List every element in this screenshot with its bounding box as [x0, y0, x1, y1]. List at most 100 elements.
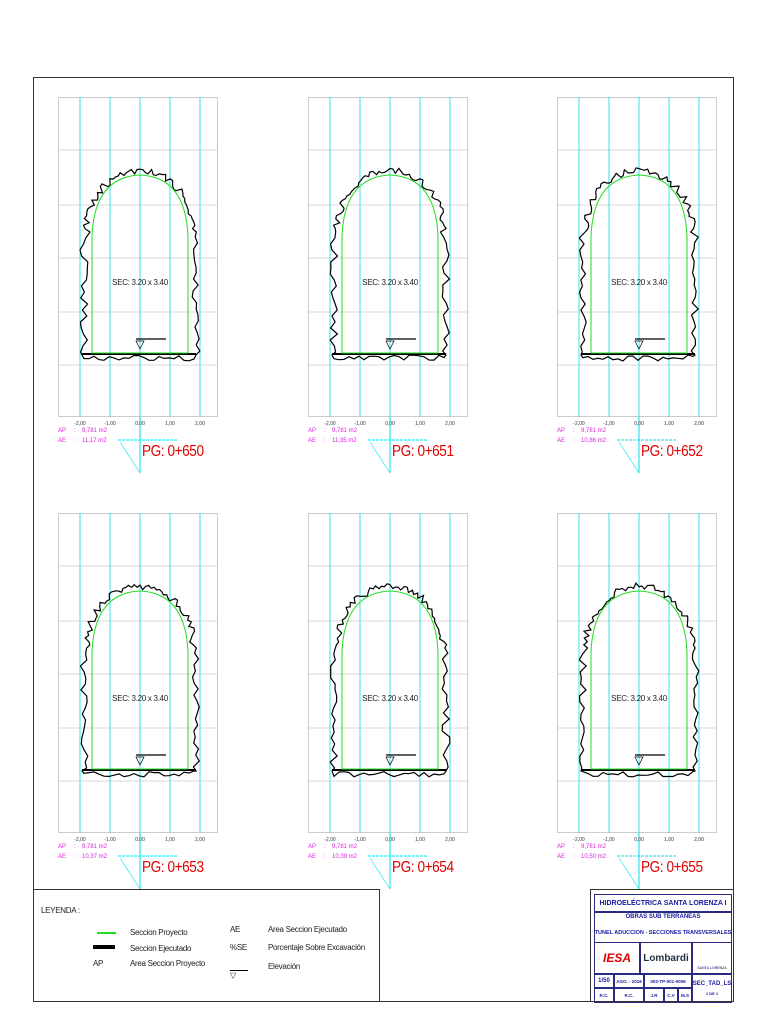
axis-tick-label: 2,00 [195, 421, 205, 427]
section-size-label: SEC: 3.20 x 3.40 [611, 694, 667, 703]
axis-tick-label: -1,00 [104, 837, 116, 843]
separator: : [324, 438, 326, 444]
separator: : [573, 854, 575, 860]
section-size-label: SEC: 3.20 x 3.40 [362, 278, 418, 287]
separator: : [324, 844, 326, 850]
separator: : [573, 438, 575, 444]
axis-tick-label: 1,00 [165, 421, 175, 427]
ae-value: AE:11,35 m2 [308, 438, 357, 444]
ae-value: AE:11,17 m2 [58, 438, 107, 444]
chainage-diagonal [119, 857, 141, 890]
section-drawing [58, 513, 218, 890]
chainage-label: PG: 0+655 [641, 859, 703, 876]
ae-label: AE [557, 438, 566, 444]
separator: : [74, 854, 76, 860]
ae-value: AE:10,86 m2 [557, 438, 606, 444]
ap-value: AP:9,781 m2 [58, 844, 107, 850]
legend-ap: AP [93, 959, 104, 968]
ap-area: 9,781 m2 [332, 428, 358, 434]
chainage-diagonal [618, 441, 640, 474]
axis-tick-label: 1,00 [664, 837, 674, 843]
ae-label: AE [308, 854, 317, 860]
axis-tick-label: 1,00 [664, 421, 674, 427]
ae-area: 10,39 m2 [332, 854, 358, 860]
section-drawing [58, 97, 218, 474]
legend-green-line [97, 932, 116, 934]
chainage-label: PG: 0+651 [392, 443, 454, 460]
axis-tick-label: -1,00 [354, 421, 366, 427]
axis-tick-label: 0,00 [135, 837, 145, 843]
axis-tick-label: 2,00 [694, 837, 704, 843]
axis-tick-label: 2,00 [694, 421, 704, 427]
ap-area: 9,781 m2 [581, 428, 607, 434]
section-size-label: SEC: 3.20 x 3.40 [112, 278, 168, 287]
section-drawing [308, 97, 468, 474]
date: AGO. - 2016 [614, 974, 644, 988]
legend-se-desc: Porcentaje Sobre Excavación [268, 943, 365, 952]
santa-lorenza-logo: SANTA LORENZA [692, 942, 732, 974]
axis-tick-label: -1,00 [104, 421, 116, 427]
signature-cell: J.R [644, 988, 664, 1003]
chainage-label: PG: 0+652 [641, 443, 703, 460]
cross-section-5: SEC: 3.20 x 3.40 -2,00 -1,00 0,00 1,00 2,00 AP… [557, 513, 757, 893]
grid-box [308, 97, 468, 417]
legend-ae-desc: Area Seccion Ejecutado [268, 925, 347, 934]
grid-box [58, 513, 218, 833]
ap-label: AP [58, 844, 67, 850]
section-drawing [557, 513, 717, 890]
section-drawing [557, 97, 717, 474]
ae-label: AE [557, 854, 566, 860]
axis-tick-label: -2,00 [324, 837, 336, 843]
iesa-logo: IESA [594, 942, 640, 974]
chainage-diagonal [119, 441, 141, 474]
chainage-diagonal [369, 857, 391, 890]
ae-area: 11,35 m2 [332, 438, 357, 444]
legend-title: LEYENDA : [41, 906, 80, 915]
axis-tick-label: 1,00 [415, 837, 425, 843]
ae-label: AE [58, 438, 67, 444]
section-size-label: SEC: 3.20 x 3.40 [362, 694, 418, 703]
ap-label: AP [58, 428, 67, 434]
ae-label: AE [58, 854, 67, 860]
axis-tick-label: -2,00 [74, 837, 86, 843]
chainage-label: PG: 0+653 [142, 859, 204, 876]
ap-value: AP:9,781 m2 [557, 428, 606, 434]
drawing-code: 003-TP-001-0006 [644, 974, 692, 988]
legend-proyecto: Seccion Proyecto [130, 928, 188, 937]
separator: : [324, 854, 326, 860]
ae-label: AE [308, 438, 317, 444]
axis-tick-label: 0,00 [135, 421, 145, 427]
cross-section-2: SEC: 3.20 x 3.40 -2,00 -1,00 0,00 1,00 2,00 AP… [557, 97, 757, 477]
grid-box [557, 513, 717, 833]
legend-elev-desc: Elevación [268, 962, 300, 971]
axis-tick-label: 1,00 [165, 837, 175, 843]
drawing-title: TUNEL ADUCCION - SECCIONES TRANSVERSALES [594, 930, 732, 936]
separator: : [573, 428, 575, 434]
ap-area: 9,781 m2 [581, 844, 607, 850]
elevation-triangle-icon: ▽ [230, 971, 236, 980]
separator: : [573, 844, 575, 850]
axis-tick-label: 0,00 [385, 837, 395, 843]
sheet-number: 1 DE 1 [705, 991, 719, 996]
ap-label: AP [557, 844, 566, 850]
legend-ejecutado: Seccion Ejecutado [130, 944, 192, 953]
ae-value: AE:10,39 m2 [308, 854, 357, 860]
legend-ae: AE [230, 925, 241, 934]
ap-label: AP [308, 428, 317, 434]
axis-tick-label: -1,00 [603, 421, 615, 427]
section-size-label: SEC: 3.20 x 3.40 [112, 694, 168, 703]
chainage-label: PG: 0+654 [392, 859, 454, 876]
legend: LEYENDA : Seccion Proyecto Seccion Ejecu… [33, 889, 380, 1002]
project-name: HIDROELÉCTRICA SANTA LORENZA I [594, 894, 732, 912]
cross-section-0: SEC: 3.20 x 3.40 -2,00 -1,00 0,00 1,00 2,00 AP… [58, 97, 258, 477]
ae-area: 10,50 m2 [581, 854, 607, 860]
axis-tick-label: -1,00 [603, 837, 615, 843]
ap-area: 9,781 m2 [332, 844, 358, 850]
ae-value: AE:10,50 m2 [557, 854, 606, 860]
section-drawing [308, 513, 468, 890]
grid-box [308, 513, 468, 833]
legend-black-line [93, 945, 115, 949]
chainage-label: PG: 0+650 [142, 443, 204, 460]
axis-tick-label: 2,00 [445, 421, 455, 427]
legend-se: %SE [230, 943, 247, 952]
